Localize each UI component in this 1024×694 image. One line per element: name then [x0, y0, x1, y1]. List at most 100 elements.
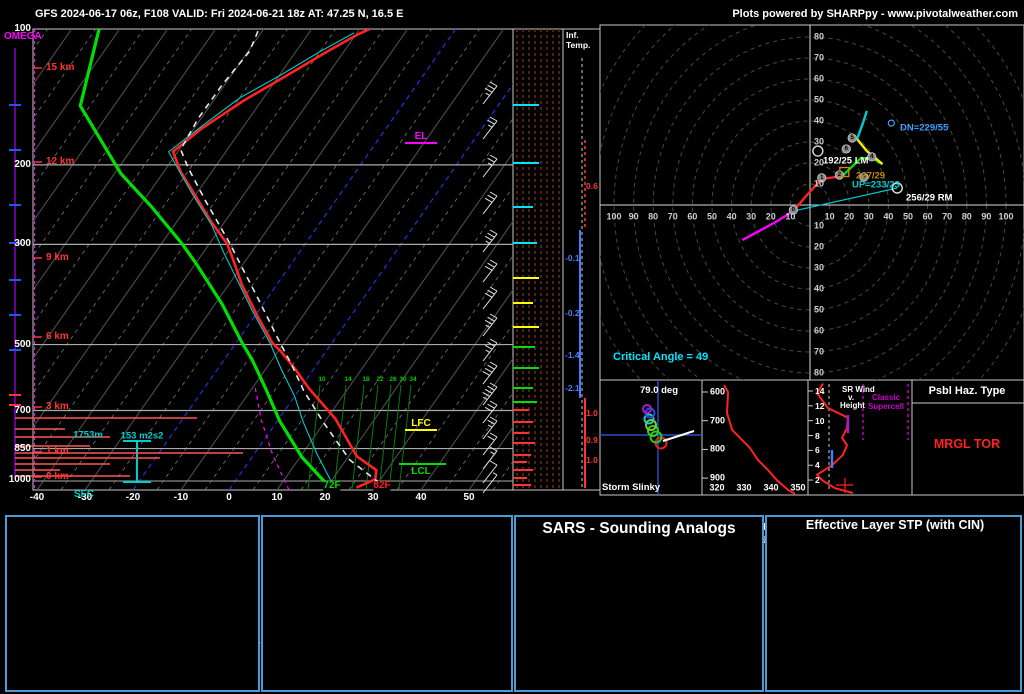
hodo-axis-label: 80 [961, 211, 972, 222]
skewt-plot [33, 29, 513, 490]
slinky-deg-label: 79.0 deg [640, 385, 679, 396]
lm-marker [812, 145, 824, 157]
wind-barb [482, 460, 498, 484]
hodo-axis-label: 40 [814, 115, 825, 126]
sr-wind-title: Height [840, 401, 865, 410]
hodo-km-marker-digit: 4 [870, 153, 874, 160]
advection-value: 0.9 [586, 434, 598, 445]
advection-value: -0.1 [565, 252, 580, 263]
wind-barb [482, 446, 498, 470]
wind-barb [482, 286, 498, 310]
mixing-ratio-label: 18 [362, 375, 370, 383]
wind-barb [482, 313, 498, 337]
wind-barb [482, 154, 498, 178]
temperature-profile [171, 29, 378, 489]
sr-wind-title: SR Wind [842, 385, 875, 394]
sfc-label: SFC [74, 489, 94, 500]
wind-barb [482, 191, 498, 215]
height-km-label: 15 km [46, 62, 75, 73]
sfc-temp-label: 82F [373, 480, 391, 491]
mixing-ratio-label: 22 [376, 375, 384, 383]
advection-value: -0.2 [565, 307, 580, 318]
hodo-axis-label: 30 [746, 211, 757, 222]
hodo-km-marker-digit: 0 [791, 207, 795, 214]
theta-e-ytick: 700 [710, 415, 726, 426]
theta-e-xtick: 330 [736, 482, 752, 493]
el-marker-label: EL [414, 131, 428, 142]
temp-tick-label: -10 [173, 492, 189, 503]
hodo-axis-label: 10 [785, 211, 796, 222]
sr-wind-ytick: 4 [815, 459, 820, 470]
critical-angle-label: Critical Angle = 49 [613, 351, 709, 363]
theta-e-xtick: 320 [709, 482, 725, 493]
pressure-tick-label: 300 [14, 238, 31, 250]
hodo-axis-label: 50 [814, 94, 825, 105]
classic-supercell-label: Classic [871, 393, 901, 402]
hodo-axis-label: 90 [628, 211, 639, 222]
wind-barb [482, 361, 498, 385]
hodo-axis-label: 70 [667, 211, 678, 222]
downshear-marker [887, 119, 895, 127]
effective-srh-label: 153 m2s2 [120, 430, 164, 442]
sr-wind-ytick: 14 [815, 385, 825, 396]
hodo-axis-label: 30 [814, 136, 825, 147]
theta-e-xtick: 340 [763, 482, 779, 493]
hodo-axis-label: 10 [814, 220, 825, 231]
temp-tick-label: -20 [125, 492, 141, 503]
lcl-marker-label: LCL [411, 466, 431, 477]
theta-e-curve [723, 384, 796, 495]
panel-frame [32, 28, 514, 491]
wind-barb [482, 382, 498, 406]
advection-value: 1.0 [586, 454, 598, 465]
height-km-label: 1 km [46, 446, 69, 457]
hodo-axis-label: 60 [814, 73, 825, 84]
pressure-tick-label: 1000 [8, 474, 31, 486]
sars-panel: SARS - Sounding Analogs [514, 515, 764, 692]
pressure-tick-label: 500 [14, 338, 31, 350]
hodo-axis-label: 40 [726, 211, 737, 222]
hodo-axis-label: 50 [902, 211, 914, 222]
effective-inflow-base-label: 1753m [73, 429, 103, 441]
theta-e-ytick: 800 [710, 443, 726, 454]
hodo-km-marker-digit: 6 [844, 145, 848, 152]
sr-wind-ytick: 6 [815, 445, 820, 456]
slinky-title: Storm Slinky [602, 482, 661, 493]
height-km-label: 0 km [46, 471, 69, 482]
pressure-tick-label: 200 [14, 158, 31, 170]
stp-title: Effective Layer STP (with CIN) [805, 518, 985, 532]
inf-temp-title-1: Inf. [566, 30, 579, 40]
hodo-axis-label: 80 [814, 367, 825, 378]
omega-axis-label: OMEGA [4, 31, 42, 42]
temp-tick-label: 50 [463, 492, 475, 503]
hodo-axis-label: 20 [765, 211, 776, 222]
theta-e-ytick: 900 [710, 472, 726, 483]
slinky-ring [645, 419, 657, 431]
theta-e-xtick: 350 [790, 482, 806, 493]
temp-tick-label: 20 [319, 492, 331, 503]
hodo-vector-label: 192/25 LM [823, 155, 869, 167]
parcel_trace-profile [179, 29, 381, 484]
temp-tick-label: 0 [226, 492, 232, 503]
sr-wind-ytick: 8 [815, 430, 820, 441]
hodo-axis-label: 20 [844, 211, 855, 222]
psbl-haz-title: Psbl Haz. Type [928, 385, 1006, 397]
hodo-vector-label: DN=229/55 [900, 122, 949, 134]
wind-barb [482, 259, 498, 283]
advection-value: 0.6 [586, 180, 598, 191]
inf-temp-title-2: Temp. [566, 40, 591, 50]
hodo-axis-label: 10 [824, 211, 835, 222]
advection-value: -1.4 [565, 349, 580, 360]
hodo-vector-label: UP=233/23 [852, 179, 900, 191]
hodo-axis-label: 80 [814, 31, 825, 42]
hodo-km-marker-digit: 1 [820, 174, 824, 181]
mixing-ratio-label: 34 [409, 375, 417, 383]
hodo-km-marker-digit: 2 [837, 171, 842, 178]
hodo-axis-label: 40 [814, 283, 825, 294]
hodograph-trace-9-12km [855, 110, 868, 140]
thermodynamics-panel [5, 515, 260, 692]
hodo-axis-label: 60 [814, 325, 825, 336]
mixing-ratio-label: 26 [389, 375, 397, 383]
temp-tick-label: -40 [29, 492, 45, 503]
hodo-km-marker-digit: 5 [850, 135, 854, 141]
pressure-tick-label: 850 [14, 442, 31, 454]
